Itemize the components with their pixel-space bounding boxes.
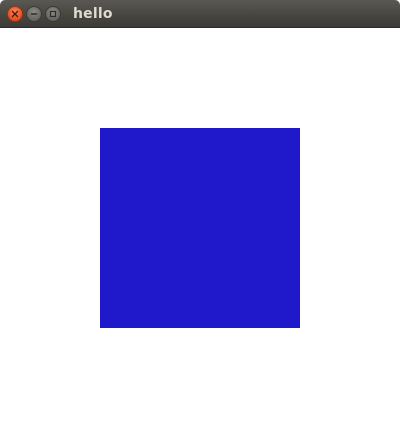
close-button[interactable] [7,6,23,22]
maximize-button[interactable] [45,6,61,22]
window-controls [7,6,61,22]
close-icon [11,10,19,18]
minimize-icon [30,10,38,18]
title-bar[interactable]: hello [0,0,400,28]
maximize-icon [49,10,57,18]
blue-square [100,128,300,328]
minimize-button[interactable] [26,6,42,22]
window-title: hello [73,6,113,22]
canvas-area [0,28,400,428]
app-window: hello [0,0,400,428]
